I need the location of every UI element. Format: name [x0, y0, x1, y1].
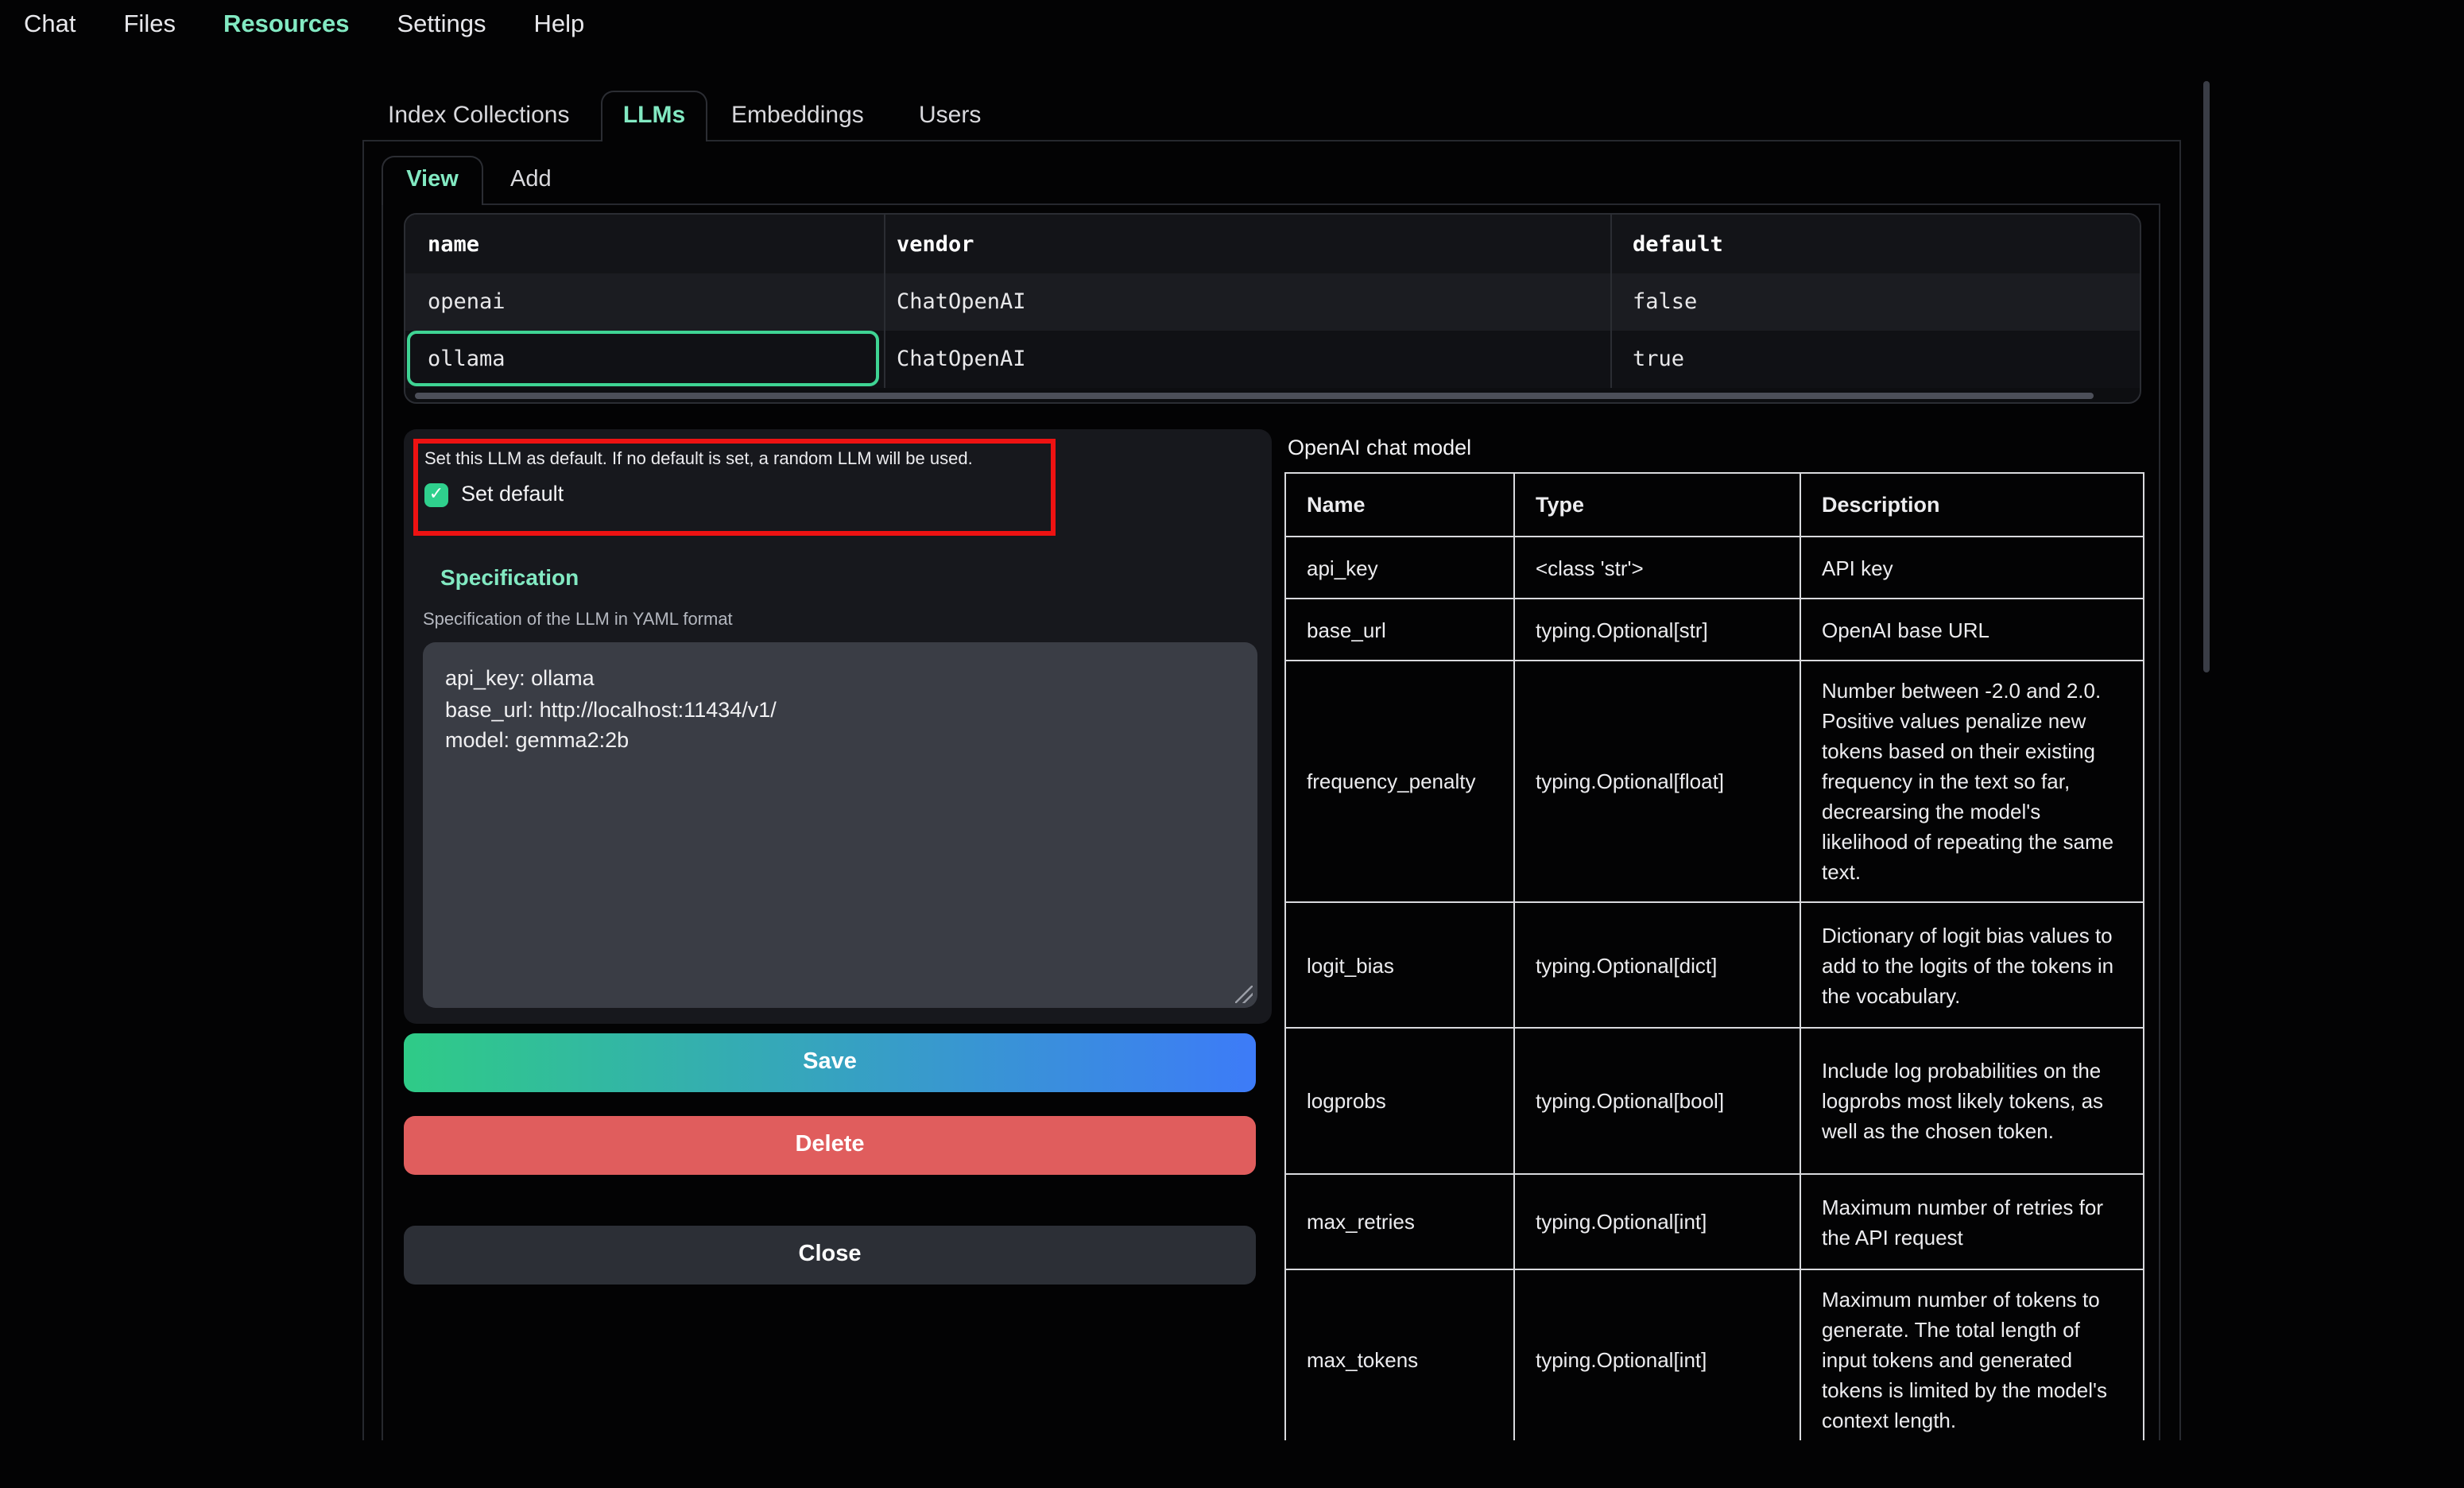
doc-cell-type: typing.Optional[bool]	[1514, 1028, 1800, 1174]
doc-cell-name: logprobs	[1285, 1028, 1514, 1174]
doc-cell-type: typing.Optional[dict]	[1514, 902, 1800, 1028]
doc-row-max-retries: max_retries typing.Optional[int] Maximum…	[1285, 1174, 2144, 1269]
tab-index-collections[interactable]: Index Collections	[388, 91, 569, 140]
doc-cell-type: typing.Optional[int]	[1514, 1174, 1800, 1269]
outer-panel-right-border	[2179, 140, 2181, 1440]
doc-cell-name: api_key	[1285, 537, 1514, 599]
inner-panel-right-border	[2159, 203, 2160, 1440]
specification-caption: Specification of the LLM in YAML format	[423, 610, 733, 630]
doc-cell-name: frequency_penalty	[1285, 661, 1514, 902]
selected-cell-outline	[407, 331, 879, 386]
doc-row-logit-bias: logit_bias typing.Optional[dict] Diction…	[1285, 902, 2144, 1028]
llm-col-header-name: name	[428, 215, 479, 273]
nav-item-settings[interactable]: Settings	[397, 11, 486, 40]
doc-cell-name: logit_bias	[1285, 902, 1514, 1028]
inner-panel-left-border	[382, 203, 383, 1440]
nav-item-chat[interactable]: Chat	[24, 11, 76, 40]
doc-col-header-description: Description	[1800, 473, 2144, 537]
yaml-spec-textarea[interactable]: api_key: ollama base_url: http://localho…	[423, 642, 1257, 1008]
llm-col-header-default: default	[1633, 215, 1723, 273]
llm-detail-panel: Set this LLM as default. If no default i…	[404, 429, 1272, 1024]
app-root: Chat Files Resources Settings Help Index…	[0, 0, 2464, 1488]
close-button[interactable]: Close	[404, 1226, 1256, 1285]
resize-handle-icon[interactable]	[1235, 986, 1253, 1003]
doc-cell-description: Dictionary of logit bias values to add t…	[1800, 902, 2144, 1028]
red-highlight-annotation-box	[413, 439, 1056, 536]
tab-llms[interactable]: LLMs	[601, 91, 707, 141]
llm-cell-vendor[interactable]: ChatOpenAI	[897, 331, 1026, 388]
doc-row-api-key: api_key <class 'str'> API key	[1285, 537, 2144, 599]
doc-cell-type: typing.Optional[str]	[1514, 599, 1800, 661]
llm-table-hscrollbar-thumb[interactable]	[415, 393, 2094, 399]
llm-cell-vendor[interactable]: ChatOpenAI	[897, 273, 1026, 331]
doc-cell-description: OpenAI base URL	[1800, 599, 2144, 661]
doc-cell-description: Number between -2.0 and 2.0. Positive va…	[1800, 661, 2144, 902]
model-info-title: OpenAI chat model	[1288, 436, 1471, 459]
delete-button[interactable]: Delete	[404, 1116, 1256, 1175]
doc-row-base-url: base_url typing.Optional[str] OpenAI bas…	[1285, 599, 2144, 661]
doc-cell-description: Maximum number of retries for the API re…	[1800, 1174, 2144, 1269]
llm-cell-default[interactable]: true	[1633, 331, 1684, 388]
llm-col-header-vendor: vendor	[897, 215, 974, 273]
subtab-view[interactable]: View	[382, 156, 483, 205]
doc-cell-type: typing.Optional[int]	[1514, 1269, 1800, 1440]
inner-panel-top-border	[382, 203, 2159, 205]
model-info-header-row: Name Type Description	[1285, 473, 2144, 537]
outer-panel-left-border	[362, 140, 364, 1440]
top-nav: Chat Files Resources Settings Help	[0, 0, 2464, 51]
doc-row-max-tokens: max_tokens typing.Optional[int] Maximum …	[1285, 1269, 2144, 1440]
specification-heading: Specification	[440, 564, 579, 590]
nav-item-help[interactable]: Help	[534, 11, 585, 40]
doc-cell-type: <class 'str'>	[1514, 537, 1800, 599]
model-info-table-wrap: Name Type Description api_key <class 'st…	[1284, 472, 2146, 1440]
doc-row-frequency-penalty: frequency_penalty typing.Optional[float]…	[1285, 661, 2144, 902]
doc-cell-description: Include log probabilities on the logprob…	[1800, 1028, 2144, 1174]
doc-cell-name: max_retries	[1285, 1174, 1514, 1269]
llm-cell-name[interactable]: openai	[428, 273, 506, 331]
doc-cell-name: base_url	[1285, 599, 1514, 661]
llm-cell-default[interactable]: false	[1633, 273, 1697, 331]
tab-users[interactable]: Users	[919, 91, 981, 140]
model-info-table: Name Type Description api_key <class 'st…	[1284, 472, 2144, 1440]
doc-cell-description: API key	[1800, 537, 2144, 599]
llm-row-openai[interactable]: openai ChatOpenAI false	[405, 273, 2140, 331]
doc-cell-name: max_tokens	[1285, 1269, 1514, 1440]
tab-embeddings[interactable]: Embeddings	[731, 91, 864, 140]
llm-table: name vendor default openai ChatOpenAI fa…	[404, 213, 2141, 404]
column-divider	[884, 215, 885, 388]
page-vscrollbar-thumb[interactable]	[2203, 81, 2210, 672]
subtab-add[interactable]: Add	[510, 156, 552, 203]
doc-cell-type: typing.Optional[float]	[1514, 661, 1800, 902]
doc-row-logprobs: logprobs typing.Optional[bool] Include l…	[1285, 1028, 2144, 1174]
nav-item-files[interactable]: Files	[124, 11, 176, 40]
save-button[interactable]: Save	[404, 1033, 1256, 1092]
doc-col-header-name: Name	[1285, 473, 1514, 537]
nav-item-resources[interactable]: Resources	[223, 11, 350, 40]
doc-col-header-type: Type	[1514, 473, 1800, 537]
llm-table-header: name vendor default	[405, 215, 2140, 273]
column-divider	[1610, 215, 1612, 388]
doc-cell-description: Maximum number of tokens to generate. Th…	[1800, 1269, 2144, 1440]
